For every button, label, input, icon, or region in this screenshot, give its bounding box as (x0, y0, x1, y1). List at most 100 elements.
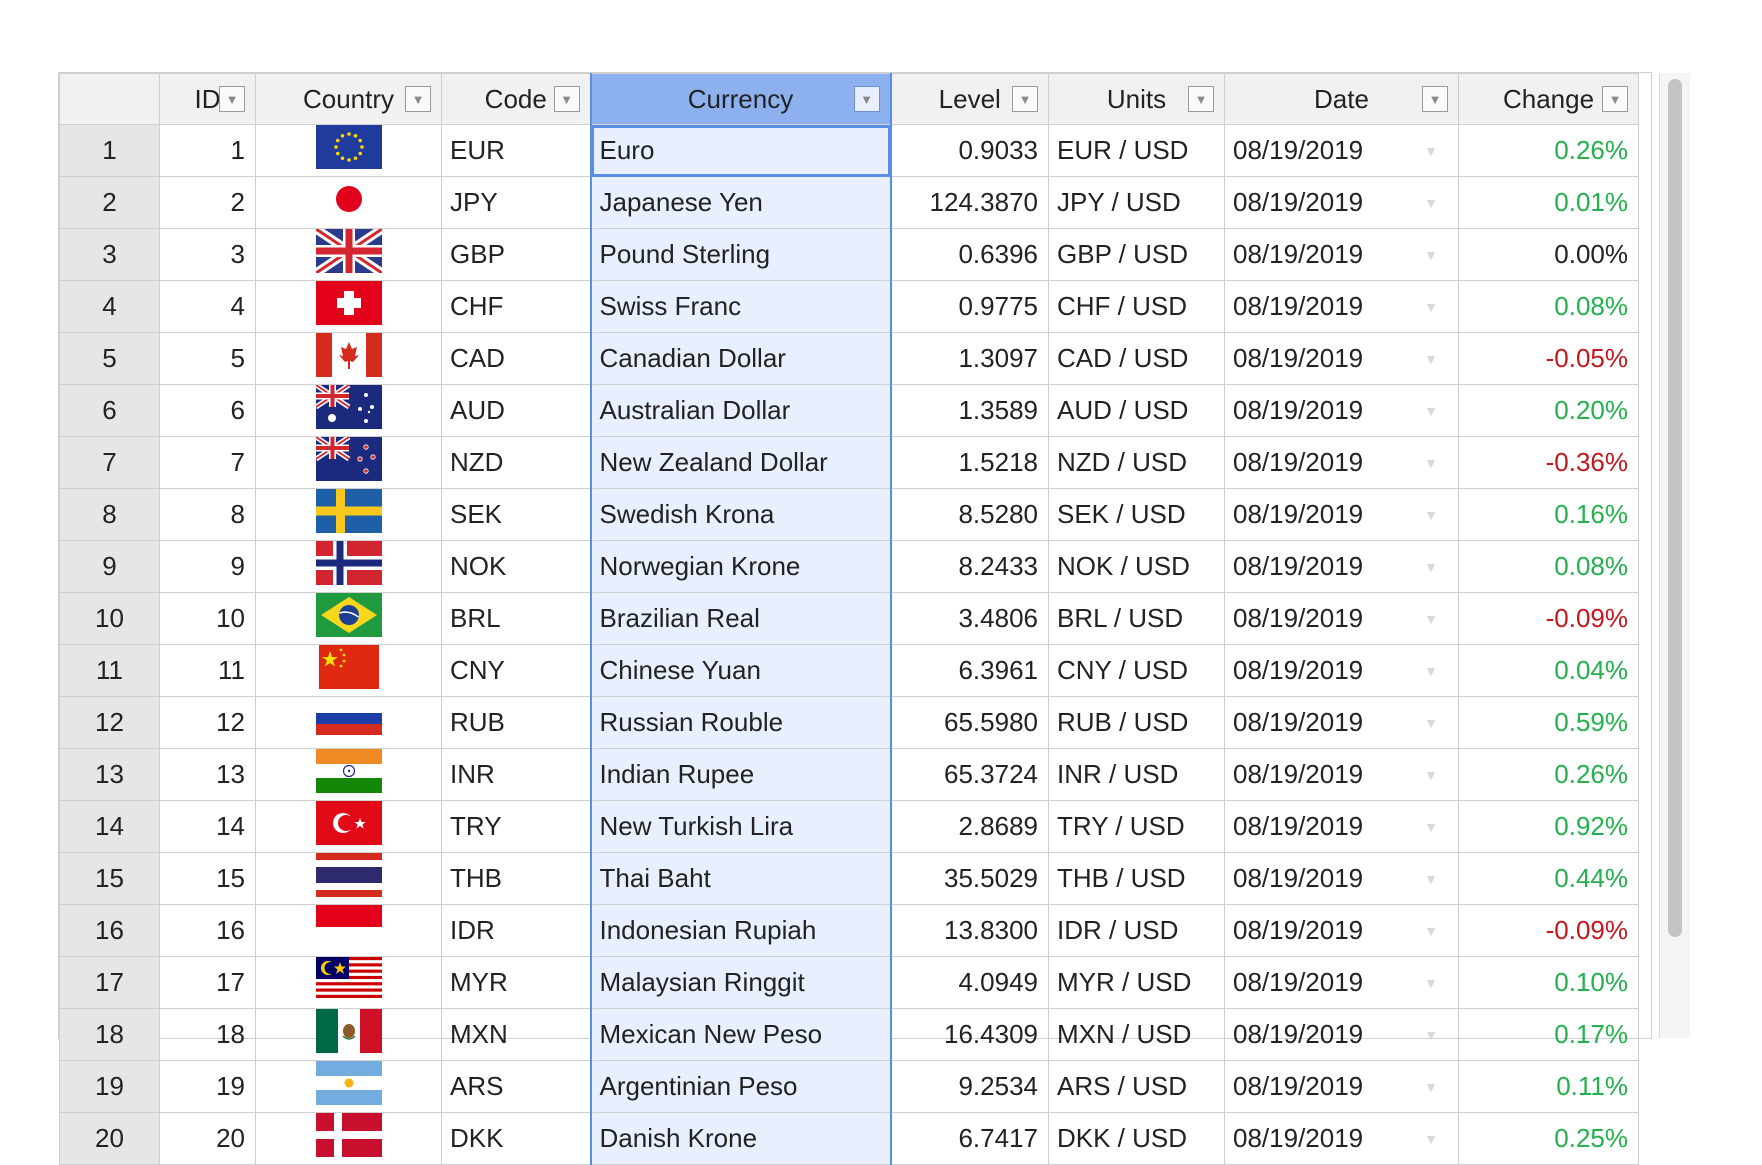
cell-currency[interactable]: Pound Sterling (589, 228, 892, 281)
cell-date[interactable]: 08/19/2019 ▼ (1224, 436, 1459, 489)
table-row[interactable]: 10 10 BRL Brazilian Real 3.4806 BRL / USD 08/… (59, 592, 1639, 645)
date-picker-arrow-icon[interactable]: ▼ (1424, 975, 1438, 991)
cell-units[interactable]: AUD / USD (1048, 384, 1225, 437)
cell-units[interactable]: MXN / USD (1048, 1008, 1225, 1061)
cell-level[interactable]: 0.9775 (890, 280, 1049, 333)
table-row[interactable]: 99 NOK Norwegian Krone 8.2433 NOK / USD 08/1… (59, 540, 1639, 593)
date-picker-arrow-icon[interactable]: ▼ (1424, 455, 1438, 471)
cell-units[interactable]: MYR / USD (1048, 956, 1225, 1009)
cell-id[interactable]: 8 (159, 488, 256, 541)
cell-change[interactable]: 0.10% (1458, 956, 1639, 1009)
cell-level[interactable]: 0.6396 (890, 228, 1049, 281)
cell-country[interactable] (255, 540, 442, 593)
cell-date[interactable]: 08/19/2019 ▼ (1224, 956, 1459, 1009)
cell-change[interactable]: 0.25% (1458, 1112, 1639, 1165)
cell-date[interactable]: 08/19/2019 ▼ (1224, 1008, 1459, 1061)
cell-date[interactable]: 08/19/2019 ▼ (1224, 176, 1459, 229)
cell-currency[interactable]: Russian Rouble (589, 696, 892, 749)
cell-id[interactable]: 12 (159, 696, 256, 749)
date-picker-arrow-icon[interactable]: ▼ (1424, 611, 1438, 627)
table-row[interactable]: 20 20 DKK Danish Krone 6.7417 DKK / USD 08/19/… (59, 1112, 1639, 1165)
date-picker-arrow-icon[interactable]: ▼ (1424, 663, 1438, 679)
column-header-date[interactable]: Date ▼ (1224, 73, 1459, 125)
table-row[interactable]: 8 8 SEK Swedish Krona 8.5280 SEK / USD 08/19/2… (59, 488, 1639, 541)
cell-date[interactable]: 08/19/2019 ▼ (1224, 1112, 1459, 1165)
cell-currency[interactable]: Japanese Yen (589, 176, 892, 229)
cell-units[interactable]: CHF / USD (1048, 280, 1225, 333)
cell-code[interactable]: RUB (441, 696, 591, 749)
cell-date[interactable]: 08/19/2019 ▼ (1224, 852, 1459, 905)
cell-units[interactable]: BRL / USD (1048, 592, 1225, 645)
cell-units[interactable]: JPY / USD (1048, 176, 1225, 229)
cell-code[interactable]: TRY (441, 800, 591, 853)
filter-dropdown-icon[interactable]: ▼ (405, 86, 431, 112)
cell-change[interactable]: -0.09% (1458, 592, 1639, 645)
row-header[interactable]: 6 (59, 384, 160, 437)
cell-id[interactable]: 13 (159, 748, 256, 801)
cell-id[interactable]: 10 (159, 592, 256, 645)
cell-change[interactable]: 0.59% (1458, 696, 1639, 749)
cell-country[interactable] (255, 488, 442, 541)
cell-level[interactable]: 13.8300 (890, 904, 1049, 957)
cell-code[interactable]: EUR (441, 124, 591, 177)
row-header[interactable]: 9 (59, 540, 160, 593)
cell-country[interactable] (255, 696, 442, 749)
cell-currency[interactable]: Argentinian Peso (589, 1060, 892, 1113)
cell-code[interactable]: MYR (441, 956, 591, 1009)
row-header[interactable]: 13 (59, 748, 160, 801)
cell-currency[interactable]: Brazilian Real (589, 592, 892, 645)
cell-country[interactable] (255, 280, 442, 333)
cell-code[interactable]: NZD (441, 436, 591, 489)
cell-country[interactable] (255, 1112, 442, 1165)
cell-units[interactable]: ARS / USD (1048, 1060, 1225, 1113)
cell-currency[interactable]: Euro (589, 124, 892, 177)
row-header[interactable]: 11 (59, 644, 160, 697)
row-header[interactable]: 3 (59, 228, 160, 281)
filter-dropdown-icon[interactable]: ▼ (1012, 86, 1038, 112)
column-header-id[interactable]: ID ▼ (159, 73, 256, 125)
cell-currency[interactable]: New Zealand Dollar (589, 436, 892, 489)
date-picker-arrow-icon[interactable]: ▼ (1424, 247, 1438, 263)
cell-currency[interactable]: Canadian Dollar (589, 332, 892, 385)
cell-code[interactable]: JPY (441, 176, 591, 229)
cell-id[interactable]: 4 (159, 280, 256, 333)
cell-country[interactable] (255, 332, 442, 385)
filter-dropdown-icon[interactable]: ▼ (1602, 86, 1628, 112)
cell-level[interactable]: 35.5029 (890, 852, 1049, 905)
column-header-currency[interactable]: Currency ▼ (589, 73, 892, 125)
cell-change[interactable]: 0.01% (1458, 176, 1639, 229)
cell-level[interactable]: 1.5218 (890, 436, 1049, 489)
cell-code[interactable]: NOK (441, 540, 591, 593)
cell-change[interactable]: 0.92% (1458, 800, 1639, 853)
cell-change[interactable]: 0.16% (1458, 488, 1639, 541)
cell-units[interactable]: RUB / USD (1048, 696, 1225, 749)
cell-code[interactable]: IDR (441, 904, 591, 957)
cell-currency[interactable]: Indian Rupee (589, 748, 892, 801)
cell-change[interactable]: -0.05% (1458, 332, 1639, 385)
cell-date[interactable]: 08/19/2019 ▼ (1224, 384, 1459, 437)
cell-id[interactable]: 11 (159, 644, 256, 697)
row-header[interactable]: 12 (59, 696, 160, 749)
cell-country[interactable] (255, 228, 442, 281)
cell-id[interactable]: 17 (159, 956, 256, 1009)
date-picker-arrow-icon[interactable]: ▼ (1424, 559, 1438, 575)
cell-code[interactable]: AUD (441, 384, 591, 437)
cell-change[interactable]: 0.04% (1458, 644, 1639, 697)
table-row[interactable]: 17 17 MYR Malaysian Ringgit 4.0949 MYR / USD… (59, 956, 1639, 1009)
table-row[interactable]: 2 2 JPY Japanese Yen 124.3870 JPY / USD 08/19/… (59, 176, 1639, 229)
column-header-country[interactable]: Country ▼ (255, 73, 442, 125)
cell-units[interactable]: IDR / USD (1048, 904, 1225, 957)
cell-date[interactable]: 08/19/2019 ▼ (1224, 540, 1459, 593)
cell-id[interactable]: 14 (159, 800, 256, 853)
date-picker-arrow-icon[interactable]: ▼ (1424, 403, 1438, 419)
row-header[interactable]: 15 (59, 852, 160, 905)
date-picker-arrow-icon[interactable]: ▼ (1424, 351, 1438, 367)
cell-date[interactable]: 08/19/2019 ▼ (1224, 332, 1459, 385)
cell-code[interactable]: DKK (441, 1112, 591, 1165)
cell-date[interactable]: 08/19/2019 ▼ (1224, 904, 1459, 957)
cell-date[interactable]: 08/19/2019 ▼ (1224, 488, 1459, 541)
cell-id[interactable]: 16 (159, 904, 256, 957)
cell-code[interactable]: CAD (441, 332, 591, 385)
filter-dropdown-icon[interactable]: ▼ (1422, 86, 1448, 112)
cell-date[interactable]: 08/19/2019 ▼ (1224, 644, 1459, 697)
